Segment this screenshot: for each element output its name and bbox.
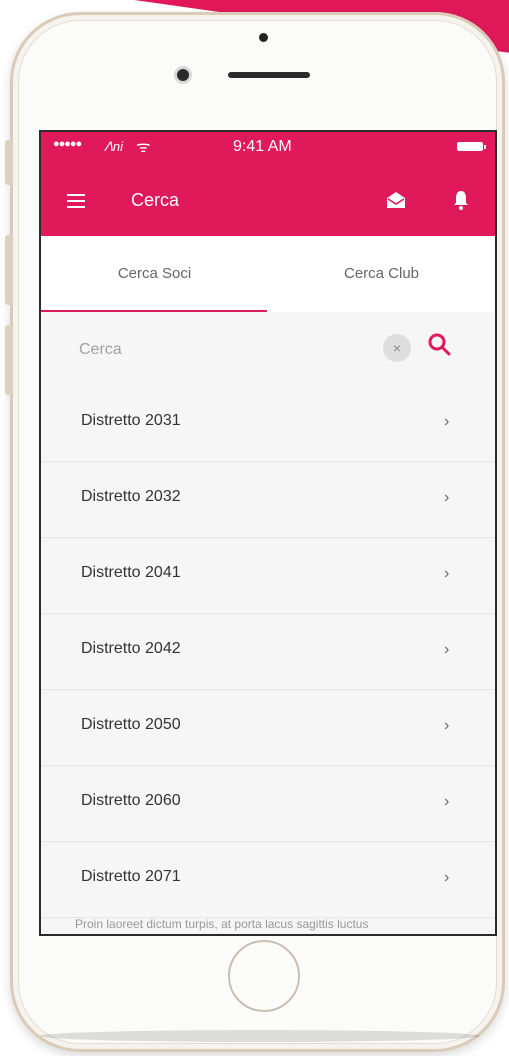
list-item[interactable]: Distretto 2050 › xyxy=(41,690,495,766)
chevron-right-icon: › xyxy=(444,717,450,734)
app-header: ●●●●● ᐱni ᯤ 9:41 AM Cerca xyxy=(41,132,495,236)
list-item[interactable]: Distretto 2032 › xyxy=(41,462,495,538)
list-item-label: Distretto 2041 xyxy=(81,564,181,581)
search-bar: × xyxy=(41,312,495,387)
tab-cerca-soci[interactable]: Cerca Soci xyxy=(41,236,268,312)
app-screen: ●●●●● ᐱni ᯤ 9:41 AM Cerca Cerca Soci Cer… xyxy=(39,130,497,936)
list-item[interactable]: Distretto 2031 › xyxy=(41,386,495,462)
tab-bar: Cerca Soci Cerca Club xyxy=(41,236,495,312)
bell-icon[interactable] xyxy=(451,189,471,211)
front-camera xyxy=(177,69,189,81)
volume-up-button xyxy=(5,235,13,305)
chevron-right-icon: › xyxy=(444,489,450,506)
clear-icon[interactable]: × xyxy=(383,334,411,362)
carrier-label: ᐱni xyxy=(104,139,124,154)
mail-icon[interactable] xyxy=(385,190,407,210)
district-list: Distretto 2031 › Distretto 2032 › Distre… xyxy=(41,386,495,918)
list-item-label: Distretto 2060 xyxy=(81,792,181,809)
chevron-right-icon: › xyxy=(444,869,450,886)
list-item-label: Distretto 2032 xyxy=(81,488,181,505)
signal-icon: ●●●●● xyxy=(53,138,82,150)
status-time: 9:41 AM xyxy=(233,138,292,155)
earpiece-speaker xyxy=(228,72,310,78)
volume-down-button xyxy=(5,325,13,395)
phone-shadow xyxy=(40,1030,480,1042)
list-item-label: Distretto 2031 xyxy=(81,412,181,429)
chevron-right-icon: › xyxy=(444,413,450,430)
list-item[interactable]: Distretto 2071 › xyxy=(41,842,495,918)
toolbar: Cerca xyxy=(41,182,495,222)
list-item-label: Distretto 2050 xyxy=(81,716,181,733)
battery-icon xyxy=(457,142,486,151)
list-item[interactable]: Distretto 2041 › xyxy=(41,538,495,614)
search-input[interactable] xyxy=(77,334,371,366)
cutoff-footer-text: Proin laoreet dictum turpis, at porta la… xyxy=(75,917,369,931)
list-item-label: Distretto 2042 xyxy=(81,640,181,657)
chevron-right-icon: › xyxy=(444,793,450,810)
rear-camera-dot xyxy=(259,33,268,42)
page-title: Cerca xyxy=(131,190,180,210)
search-icon[interactable] xyxy=(427,332,451,358)
home-button[interactable] xyxy=(228,940,300,1012)
list-item-label: Distretto 2071 xyxy=(81,868,181,885)
chevron-right-icon: › xyxy=(444,641,450,658)
chevron-right-icon: › xyxy=(444,565,450,582)
list-item[interactable]: Distretto 2042 › xyxy=(41,614,495,690)
list-item[interactable]: Distretto 2060 › xyxy=(41,766,495,842)
wifi-icon: ᯤ xyxy=(136,139,151,156)
menu-icon[interactable] xyxy=(67,194,85,208)
status-bar: ●●●●● ᐱni ᯤ 9:41 AM xyxy=(41,132,495,162)
tab-cerca-club[interactable]: Cerca Club xyxy=(268,236,495,312)
mute-switch xyxy=(5,140,13,185)
